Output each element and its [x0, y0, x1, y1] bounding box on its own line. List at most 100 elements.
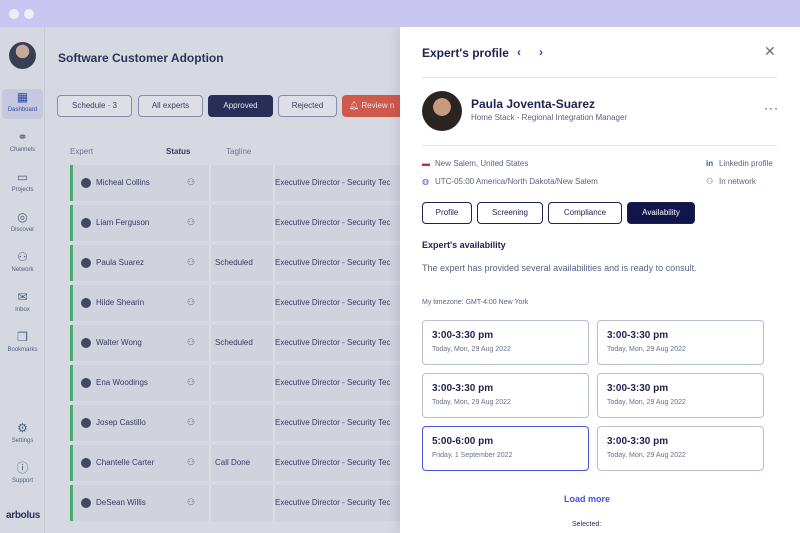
- column-header-status[interactable]: Status: [166, 147, 190, 156]
- globe-icon: ◍: [422, 177, 429, 186]
- sidebar-item-label: Discover: [10, 227, 35, 233]
- tab-availability[interactable]: Availability: [627, 202, 695, 224]
- expert-row-avatar: [81, 298, 91, 308]
- linkedin-profile-link[interactable]: in Linkedin profile: [706, 159, 773, 168]
- network-icon: ⚇: [187, 377, 196, 387]
- load-more-button[interactable]: Load more: [564, 494, 610, 504]
- sidebar-item-settings[interactable]: ⚙ Settings: [2, 420, 43, 450]
- tagline-cell: Executive Director - Security Tec: [275, 298, 391, 307]
- tagline-cell: Executive Director - Security Tec: [275, 458, 391, 467]
- chevron-left-icon[interactable]: ‹: [517, 45, 521, 59]
- more-options-icon[interactable]: ···: [764, 101, 779, 115]
- bell-icon: 🔔︎: [349, 101, 360, 110]
- slot-time: 3:00-3:30 pm: [432, 383, 494, 394]
- tab-screening[interactable]: Screening: [477, 202, 543, 224]
- page-title: Software Customer Adoption: [58, 51, 224, 65]
- availability-slot[interactable]: 3:00-3:30 pm Today, Mon, 29 Aug 2022: [597, 320, 764, 365]
- expert-location: ▬ New Salem, United States: [422, 159, 528, 168]
- selected-label: Selected:: [572, 521, 602, 528]
- table-row[interactable]: Ena Woodings ⚇ Executive Director - Securi…: [70, 365, 400, 401]
- sidebar-item-support[interactable]: ⓘ Support: [2, 460, 43, 490]
- sidebar-item-bookmarks[interactable]: ❐ Bookmarks: [2, 329, 43, 359]
- availability-slot-selected[interactable]: 5:00-6:00 pm Friday, 1 September 2022: [422, 426, 589, 471]
- filter-rejected[interactable]: Rejected: [278, 95, 337, 117]
- expert-name: Paula Joventa-Suarez: [471, 97, 596, 111]
- gear-icon: ⚙: [17, 421, 28, 435]
- table-row[interactable]: Hilde Shearin ⚇ Executive Director - Secur…: [70, 285, 400, 321]
- column-header-tagline[interactable]: Tagline: [226, 147, 251, 156]
- expert-row-avatar: [81, 378, 91, 388]
- expert-row-avatar: [81, 498, 91, 508]
- availability-slot[interactable]: 3:00-3:30 pm Today, Mon, 29 Aug 2022: [422, 373, 589, 418]
- close-icon[interactable]: ✕: [764, 43, 776, 60]
- filter-schedule[interactable]: Schedule · 3: [57, 95, 132, 117]
- window-dot-icon[interactable]: [9, 9, 19, 19]
- filter-all-experts[interactable]: All experts: [138, 95, 203, 117]
- slot-date: Today, Mon, 29 Aug 2022: [607, 346, 686, 353]
- user-avatar[interactable]: [9, 42, 36, 69]
- sidebar-item-network[interactable]: ⚇ Network: [2, 249, 43, 279]
- expert-name-cell: Walter Wong: [96, 338, 142, 347]
- tab-profile[interactable]: Profile: [422, 202, 472, 224]
- tab-compliance[interactable]: Compliance: [548, 202, 622, 224]
- expert-name-cell: DeSean Willis: [96, 498, 146, 507]
- availability-description: The expert has provided several availabi…: [422, 263, 697, 273]
- table-row[interactable]: Micheal Collins ⚇ Executive Director - Sec…: [70, 165, 400, 201]
- sidebar-item-inbox[interactable]: ✉ Inbox: [2, 289, 43, 319]
- filter-review[interactable]: 🔔︎ Review n: [342, 95, 400, 117]
- expert-avatar: [422, 91, 462, 131]
- table-row[interactable]: DeSean Willis ⚇ Executive Director - Secur…: [70, 485, 400, 521]
- expert-profile-panel: Expert's profile ‹ › ✕ Paula Joventa-Sua…: [400, 27, 800, 533]
- availability-slot[interactable]: 3:00-3:30 pm Today, Mon, 29 Aug 2022: [597, 426, 764, 471]
- table-row[interactable]: Liam Ferguson ⚇ Executive Director - Secur…: [70, 205, 400, 241]
- network-icon: ⚇: [706, 177, 714, 186]
- table-row[interactable]: Josep Castillo ⚇ Executive Director - Secu…: [70, 405, 400, 441]
- availability-slot[interactable]: 3:00-3:30 pm Today, Mon, 29 Aug 2022: [597, 373, 764, 418]
- slot-time: 3:00-3:30 pm: [607, 383, 669, 394]
- us-flag-icon: ▬: [422, 159, 430, 168]
- status-cell: Call Done: [215, 458, 251, 467]
- tagline-cell: Executive Director - Security Tec: [275, 418, 391, 427]
- column-divider: [209, 285, 211, 321]
- expert-row-avatar: [81, 178, 91, 188]
- status-cell: [215, 285, 275, 321]
- sidebar-item-discover[interactable]: ◎ Discover: [2, 209, 43, 239]
- sidebar-item-label: Support: [11, 478, 33, 484]
- sidebar-item-channels[interactable]: ⚭ Channels: [2, 129, 43, 159]
- tagline-cell: Executive Director - Security Tec: [275, 498, 391, 507]
- table-row[interactable]: Walter Wong ⚇ Scheduled Executive Director …: [70, 325, 400, 361]
- chevron-right-icon[interactable]: ›: [539, 45, 543, 59]
- brand-name: arbolus: [6, 510, 41, 521]
- table-row[interactable]: Paula Suarez ⚇ Scheduled Executive Director…: [70, 245, 400, 281]
- status-cell: [215, 405, 275, 441]
- status-cell: Scheduled: [215, 258, 253, 267]
- column-divider: [209, 485, 211, 521]
- column-divider: [209, 365, 211, 401]
- network-icon: ⚇: [187, 297, 196, 307]
- expert-name-cell: Ena Woodings: [96, 378, 148, 387]
- expert-name-cell: Josep Castillo: [96, 418, 146, 427]
- status-cell: [215, 205, 275, 241]
- column-divider: [209, 405, 211, 441]
- column-divider: [209, 445, 211, 481]
- sidebar-item-projects[interactable]: ▭ Projects: [2, 169, 43, 199]
- sidebar-item-label: Inbox: [15, 307, 30, 313]
- slot-date: Today, Mon, 29 Aug 2022: [607, 452, 686, 459]
- expert-name-cell: Micheal Collins: [96, 178, 150, 187]
- slot-time: 3:00-3:30 pm: [432, 330, 494, 341]
- window-dot-icon[interactable]: [24, 9, 34, 19]
- slot-time: 5:00-6:00 pm: [432, 436, 494, 447]
- sidebar-item-label: Channels: [9, 147, 36, 153]
- filter-approved[interactable]: Approved: [208, 95, 273, 117]
- expert-row-avatar: [81, 458, 91, 468]
- sidebar-item-dashboard[interactable]: ▦ Dashboard: [2, 89, 43, 119]
- main-content: Software Customer Adoption Schedule · 3 …: [45, 27, 400, 533]
- network-icon: ⚇: [187, 177, 196, 187]
- bookmark-icon: ❐: [17, 330, 28, 344]
- column-divider: [209, 325, 211, 361]
- table-row[interactable]: Chantelle Carter ⚇ Call Done Executive Dire…: [70, 445, 400, 481]
- network-icon: ⚇: [187, 337, 196, 347]
- help-icon: ⓘ: [16, 461, 29, 475]
- column-header-expert[interactable]: Expert: [70, 147, 93, 156]
- availability-slot[interactable]: 3:00-3:30 pm Today, Mon, 29 Aug 2022: [422, 320, 589, 365]
